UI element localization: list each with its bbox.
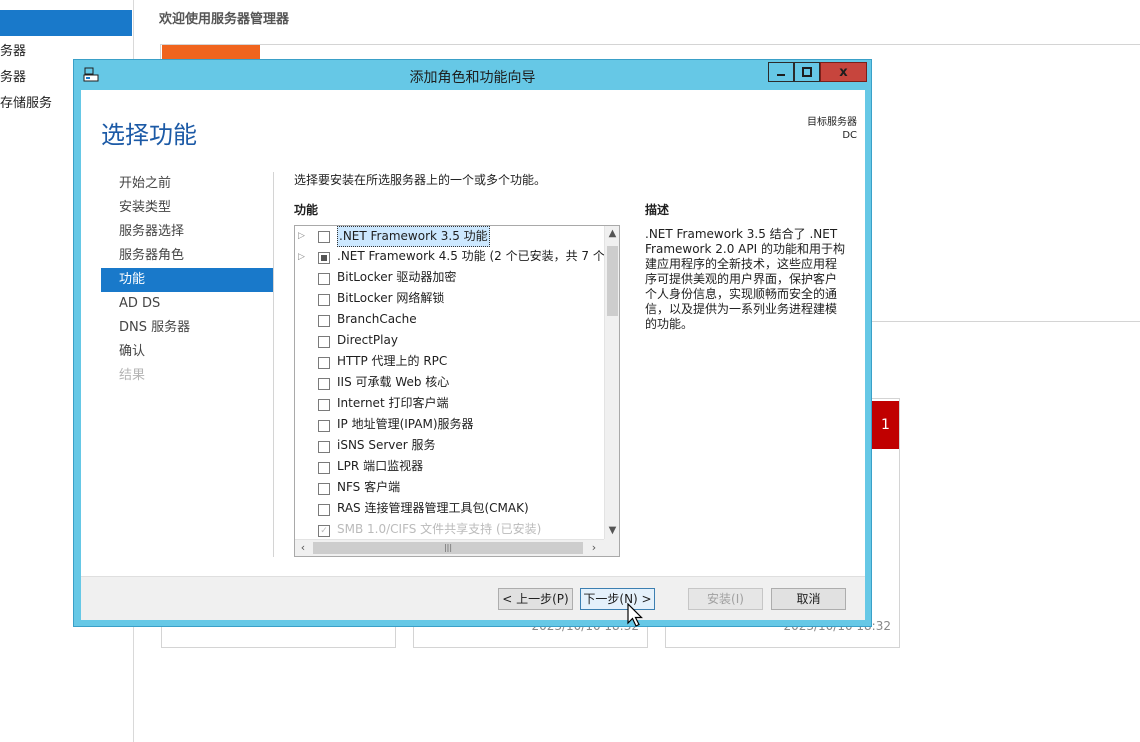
step-dns-server[interactable]: DNS 服务器: [101, 316, 273, 340]
maximize-button[interactable]: [794, 62, 820, 82]
feature-checkbox[interactable]: [318, 336, 330, 348]
feature-label: .NET Framework 4.5 功能 (2 个已安装，共 7 个): [337, 249, 604, 263]
steps-divider: [273, 172, 274, 557]
scroll-down-icon[interactable]: ▼: [605, 523, 619, 539]
previous-button[interactable]: < 上一步(P): [498, 588, 573, 610]
step-confirmation[interactable]: 确认: [101, 340, 273, 364]
feature-label: .NET Framework 3.5 功能: [337, 226, 490, 247]
minimize-button[interactable]: [768, 62, 794, 82]
feature-checkbox[interactable]: [318, 273, 330, 285]
feature-label: NFS 客户端: [337, 480, 401, 494]
description-text: .NET Framework 3.5 结合了 .NET Framework 2.…: [645, 227, 845, 331]
close-icon: x: [839, 64, 848, 80]
scroll-left-icon[interactable]: ‹: [295, 540, 311, 556]
feature-checkbox[interactable]: [318, 462, 330, 474]
feature-label: BitLocker 网络解锁: [337, 291, 445, 305]
feature-label: iSNS Server 服务: [337, 438, 436, 452]
step-server-roles[interactable]: 服务器角色: [101, 244, 273, 268]
feature-checkbox[interactable]: [318, 399, 330, 411]
step-features[interactable]: 功能: [101, 268, 273, 292]
feature-checkbox[interactable]: [318, 378, 330, 390]
mouse-pointer-icon: [627, 603, 643, 627]
feature-label: HTTP 代理上的 RPC: [337, 354, 448, 368]
install-button: 安装(I): [688, 588, 763, 610]
feature-label: Internet 打印客户端: [337, 396, 449, 410]
wizard-footer: < 上一步(P) 下一步(N) > 安装(I) 取消: [81, 576, 865, 620]
close-button[interactable]: x: [820, 62, 867, 82]
vertical-scrollbar[interactable]: ▲ ▼: [604, 226, 619, 539]
feature-row[interactable]: IP 地址管理(IPAM)服务器: [295, 415, 604, 436]
maximize-icon: [802, 67, 812, 77]
instruction-text: 选择要安装在所选服务器上的一个或多个功能。: [294, 173, 547, 187]
target-server: 目标服务器 DC: [807, 116, 857, 142]
sidebar-selected-item[interactable]: [0, 10, 132, 36]
expand-arrow-icon[interactable]: ▷: [298, 247, 308, 268]
title-bar[interactable]: 添加角色和功能向导 x: [74, 60, 871, 89]
feature-label: RAS 连接管理器管理工具包(CMAK): [337, 501, 529, 515]
wizard-content: 选择功能 目标服务器 DC 开始之前 安装类型 服务器选择 服务器角色 功能 A…: [81, 90, 865, 620]
feature-row[interactable]: LPR 端口监视器: [295, 457, 604, 478]
feature-checkbox[interactable]: [318, 231, 330, 243]
dialog-title: 添加角色和功能向导: [409, 70, 536, 86]
feature-checkbox[interactable]: [318, 315, 330, 327]
scroll-right-icon[interactable]: ›: [586, 540, 602, 556]
features-tree[interactable]: ▷ .NET Framework 3.5 功能 ▷ .NET Framework 4.…: [294, 225, 620, 557]
feature-label: BitLocker 驱动器加密: [337, 270, 457, 284]
feature-row[interactable]: ▷ .NET Framework 4.5 功能 (2 个已安装，共 7 个): [295, 247, 604, 268]
welcome-title: 欢迎使用服务器管理器: [159, 12, 290, 27]
horizontal-scrollbar[interactable]: ‹ ||| ›: [295, 539, 604, 556]
feature-label: SMB 1.0/CIFS 文件共享支持 (已安装): [337, 522, 542, 536]
step-server-selection[interactable]: 服务器选择: [101, 220, 273, 244]
add-roles-wizard-dialog: 添加角色和功能向导 x 选择功能 目标服务器 DC 开始之前 安装类型 服务器选…: [73, 59, 872, 627]
scroll-up-icon[interactable]: ▲: [605, 226, 619, 242]
feature-row[interactable]: iSNS Server 服务: [295, 436, 604, 457]
sidebar-item-server-1[interactable]: 务器: [0, 40, 26, 59]
scrollbar-corner: [604, 539, 619, 556]
feature-checkbox[interactable]: [318, 441, 330, 453]
feature-label: IP 地址管理(IPAM)服务器: [337, 417, 474, 431]
feature-checkbox[interactable]: ✓: [318, 525, 330, 537]
feature-row[interactable]: BitLocker 驱动器加密: [295, 268, 604, 289]
feature-row[interactable]: IIS 可承载 Web 核心: [295, 373, 604, 394]
feature-row[interactable]: HTTP 代理上的 RPC: [295, 352, 604, 373]
feature-label: DirectPlay: [337, 333, 398, 347]
feature-checkbox[interactable]: [318, 294, 330, 306]
feature-checkbox[interactable]: [318, 504, 330, 516]
feature-row[interactable]: DirectPlay: [295, 331, 604, 352]
step-ad-ds[interactable]: AD DS: [101, 292, 273, 316]
features-list: ▷ .NET Framework 3.5 功能 ▷ .NET Framework 4.…: [295, 226, 604, 539]
sidebar-item-storage[interactable]: 存储服务: [0, 92, 52, 111]
feature-row[interactable]: NFS 客户端: [295, 478, 604, 499]
vertical-scroll-thumb[interactable]: [607, 246, 618, 316]
feature-label: IIS 可承载 Web 核心: [337, 375, 450, 389]
wizard-steps-nav: 开始之前 安装类型 服务器选择 服务器角色 功能 AD DS DNS 服务器 确…: [101, 172, 273, 388]
step-before-you-begin[interactable]: 开始之前: [101, 172, 273, 196]
minimize-icon: [777, 74, 785, 76]
target-server-label: 目标服务器: [807, 117, 857, 128]
step-results: 结果: [119, 368, 146, 383]
step-installation-type[interactable]: 安装类型: [101, 196, 273, 220]
feature-row[interactable]: RAS 连接管理器管理工具包(CMAK): [295, 499, 604, 520]
target-server-value: DC: [842, 130, 857, 141]
feature-row[interactable]: Internet 打印客户端: [295, 394, 604, 415]
sidebar-item-server-2[interactable]: 务器: [0, 66, 26, 85]
expand-arrow-icon[interactable]: ▷: [298, 226, 308, 247]
feature-row[interactable]: ▷ .NET Framework 3.5 功能: [295, 226, 604, 247]
feature-label: LPR 端口监视器: [337, 459, 424, 473]
feature-checkbox[interactable]: [318, 252, 330, 264]
tile-alert-badge: 1: [872, 401, 899, 449]
description-header: 描述: [645, 203, 670, 217]
feature-row[interactable]: BitLocker 网络解锁: [295, 289, 604, 310]
feature-checkbox[interactable]: [318, 483, 330, 495]
feature-checkbox[interactable]: [318, 420, 330, 432]
features-header: 功能: [294, 203, 319, 217]
horizontal-scroll-thumb[interactable]: |||: [313, 542, 583, 554]
feature-checkbox[interactable]: [318, 357, 330, 369]
feature-row[interactable]: BranchCache: [295, 310, 604, 331]
cancel-button[interactable]: 取消: [771, 588, 846, 610]
page-title: 选择功能: [101, 121, 197, 149]
feature-label: BranchCache: [337, 312, 417, 326]
feature-row[interactable]: ✓ SMB 1.0/CIFS 文件共享支持 (已安装): [295, 520, 604, 539]
